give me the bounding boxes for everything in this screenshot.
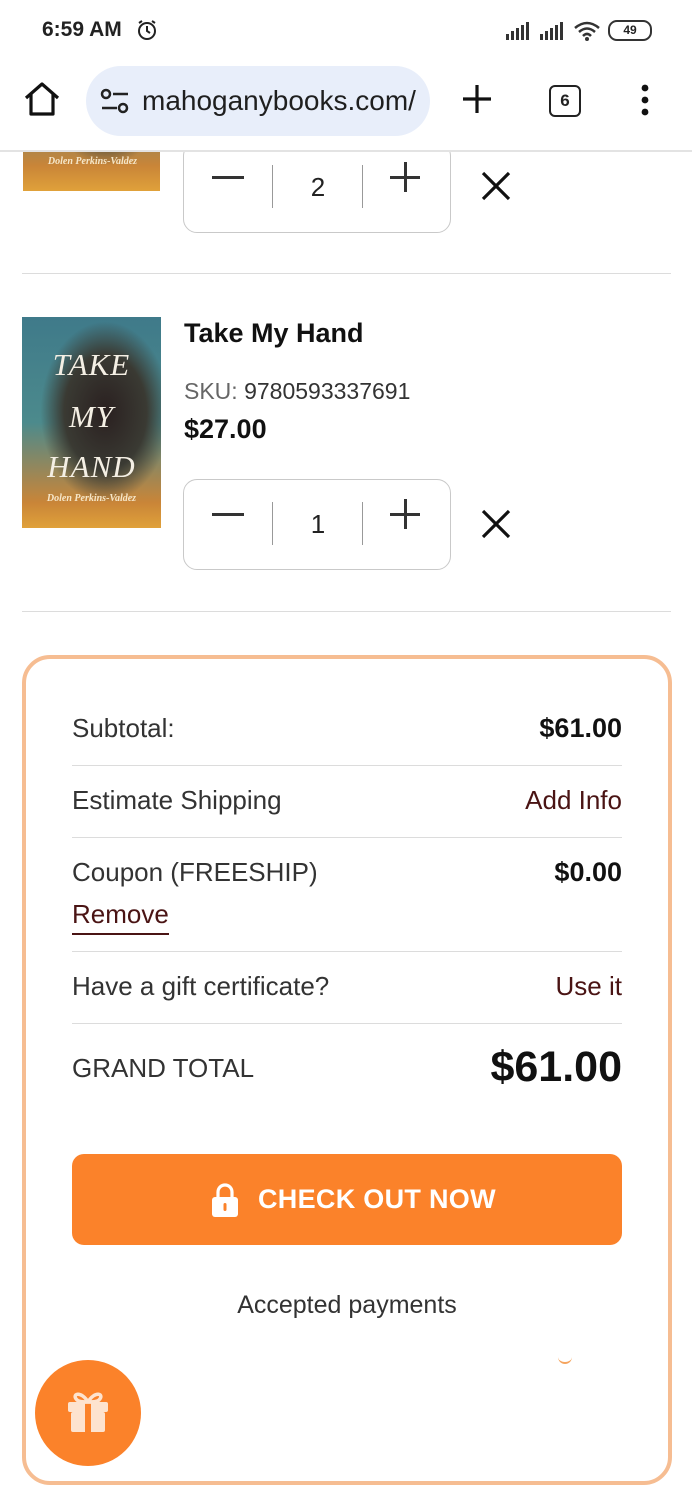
- coupon-value: $0.00: [554, 857, 622, 887]
- close-icon[interactable]: [480, 170, 512, 207]
- subtotal-label: Subtotal:: [72, 713, 175, 743]
- sku-label: SKU:: [184, 378, 238, 404]
- item-sku: SKU: 9780593337691: [184, 378, 410, 405]
- coupon-label: Coupon (FREESHIP): [72, 857, 318, 887]
- quantity-value[interactable]: 1: [274, 480, 362, 569]
- signal-icon: [506, 21, 529, 40]
- decrease-quantity-button[interactable]: [212, 176, 244, 179]
- cover-title-line: HAND: [47, 449, 136, 484]
- cover-author: Dolen Perkins-Valdez: [46, 493, 137, 504]
- item-divider: [22, 273, 671, 274]
- lock-icon: [210, 1182, 240, 1223]
- use-gift-certificate-link[interactable]: Use it: [556, 971, 622, 1002]
- cover-title-line: MY: [68, 399, 115, 434]
- quantity-stepper: 2: [183, 152, 451, 233]
- shipping-label: Estimate Shipping: [72, 785, 282, 815]
- item-title[interactable]: Take My Hand: [184, 318, 364, 349]
- payment-logo-fragment: [558, 1356, 572, 1364]
- cart-content: Dolen Perkins-Valdez 2 TAKE MY HAND Dole…: [0, 152, 692, 1500]
- gift-certificate-label: Have a gift certificate?: [72, 971, 330, 1001]
- summary-divider: [72, 837, 622, 838]
- subtotal-value: $61.00: [539, 713, 622, 743]
- item-divider: [22, 611, 671, 612]
- add-info-link[interactable]: Add Info: [525, 785, 622, 816]
- status-time: 6:59 AM: [42, 18, 122, 41]
- order-summary: Subtotal: $61.00 Estimate Shipping Add I…: [22, 655, 672, 1485]
- status-bar: 6:59 AM 49: [0, 0, 692, 62]
- close-icon[interactable]: [480, 508, 512, 545]
- book-cover-1[interactable]: Dolen Perkins-Valdez: [23, 152, 160, 191]
- grand-total-label: GRAND TOTAL: [72, 1053, 255, 1083]
- quantity-value[interactable]: 2: [274, 152, 362, 232]
- url-text: mahoganybooks.com/: [142, 85, 416, 116]
- gift-icon: [68, 1392, 108, 1432]
- cover-title-line: TAKE: [52, 347, 131, 382]
- browser-toolbar: mahoganybooks.com/ 6: [0, 62, 692, 148]
- wifi-icon: [574, 21, 600, 41]
- status-icons: 49: [506, 20, 652, 41]
- signal-icon-2: [540, 21, 563, 40]
- quantity-stepper: 1: [183, 479, 451, 570]
- battery-indicator: 49: [608, 20, 652, 41]
- accepted-payments-label: Accepted payments: [237, 1291, 457, 1319]
- remove-coupon-link[interactable]: Remove: [72, 899, 169, 935]
- summary-divider: [72, 951, 622, 952]
- checkout-label: CHECK OUT NOW: [258, 1184, 496, 1214]
- summary-divider: [72, 1023, 622, 1024]
- sku-value: 9780593337691: [244, 378, 411, 404]
- item-price: $27.00: [184, 414, 267, 444]
- grand-total-value: $61.00: [490, 1043, 622, 1091]
- checkout-button[interactable]: CHECK OUT NOW: [72, 1154, 622, 1245]
- alarm-icon: [136, 19, 158, 46]
- gift-button[interactable]: [35, 1360, 141, 1466]
- cover-author: Dolen Perkins-Valdez: [47, 156, 138, 167]
- decrease-quantity-button[interactable]: [212, 513, 244, 516]
- address-bar[interactable]: mahoganybooks.com/: [86, 66, 430, 136]
- summary-divider: [72, 765, 622, 766]
- tab-switcher-button[interactable]: 6: [549, 85, 581, 117]
- site-settings-icon[interactable]: [100, 88, 130, 119]
- new-tab-icon[interactable]: [460, 82, 494, 121]
- home-icon[interactable]: [22, 80, 62, 123]
- book-cover-2[interactable]: TAKE MY HAND Dolen Perkins-Valdez: [22, 317, 161, 528]
- more-vert-icon[interactable]: [640, 84, 650, 121]
